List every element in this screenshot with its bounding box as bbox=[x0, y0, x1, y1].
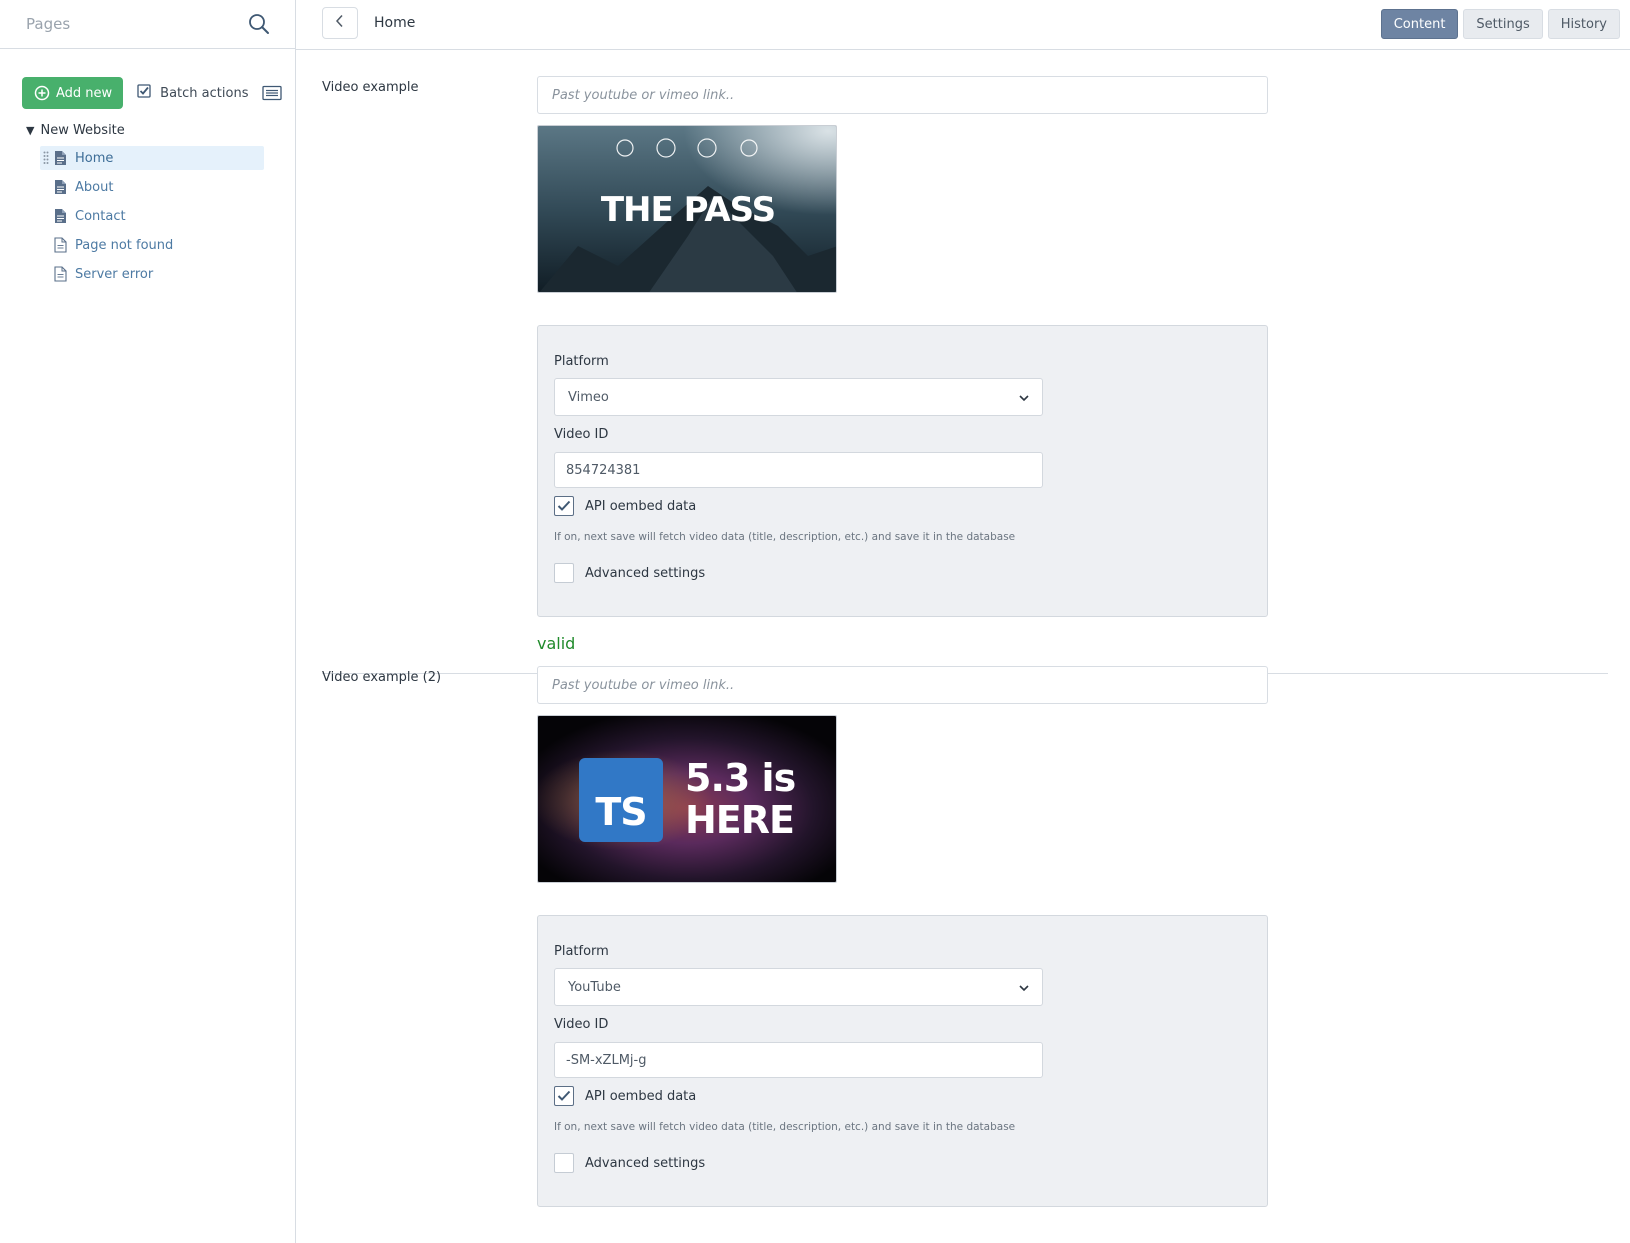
oembed-toggle[interactable]: API oembed data bbox=[554, 496, 696, 516]
top-bar: Home Content Settings History bbox=[296, 0, 1630, 50]
tab-history[interactable]: History bbox=[1547, 9, 1620, 39]
checkbox-unchecked[interactable] bbox=[554, 563, 574, 583]
plus-circle-icon bbox=[34, 85, 50, 101]
platform-select[interactable]: YouTube bbox=[554, 968, 1043, 1006]
video-id-label: Video ID bbox=[554, 1017, 609, 1032]
checkbox-unchecked[interactable] bbox=[554, 1153, 574, 1173]
thumbnail-line-2: HERE bbox=[685, 798, 795, 842]
tree-root-label: New Website bbox=[40, 123, 125, 138]
page-icon bbox=[54, 179, 67, 195]
tree-item-about[interactable]: About bbox=[40, 175, 264, 199]
thumbnail-title: THE PASS bbox=[600, 190, 776, 230]
tree-item-contact[interactable]: Contact bbox=[40, 204, 264, 228]
main-content: Video example Past youtube or vimeo link… bbox=[296, 50, 1630, 1243]
advanced-settings-label: Advanced settings bbox=[585, 1155, 706, 1171]
checkbox-checked-icon bbox=[137, 84, 151, 102]
checkbox-checked[interactable] bbox=[554, 496, 574, 516]
video-field-1: Video example Past youtube or vimeo link… bbox=[322, 50, 1608, 680]
batch-actions-label: Batch actions bbox=[160, 85, 249, 101]
back-button[interactable] bbox=[322, 7, 358, 39]
tree-item-label: Home bbox=[75, 150, 114, 166]
advanced-settings-toggle[interactable]: Advanced settings bbox=[554, 563, 705, 583]
tree-item-label: Server error bbox=[75, 266, 154, 282]
tab-content[interactable]: Content bbox=[1380, 9, 1459, 39]
oembed-label: API oembed data bbox=[585, 498, 697, 514]
sidebar-title: Pages bbox=[26, 15, 71, 33]
platform-select[interactable]: Vimeo bbox=[554, 378, 1043, 416]
oembed-toggle[interactable]: API oembed data bbox=[554, 1086, 696, 1106]
video-thumbnail[interactable]: THE PASS bbox=[537, 125, 837, 293]
tree-item-label: Contact bbox=[75, 208, 126, 224]
page-tree: Home About Contact Page not found Server… bbox=[0, 138, 295, 286]
tab-settings[interactable]: Settings bbox=[1463, 9, 1543, 39]
sidebar-actions: Add new Batch actions bbox=[0, 49, 295, 109]
tree-root-new-website[interactable]: ▼ New Website bbox=[0, 109, 295, 138]
batch-actions-button[interactable]: Batch actions bbox=[137, 84, 248, 102]
sidebar: Pages Add new Batch actions ▼ New Websit… bbox=[0, 0, 296, 1243]
field-label: Video example (2) bbox=[322, 670, 442, 685]
oembed-help-text: If on, next save will fetch video data (… bbox=[554, 531, 1016, 543]
drag-handle-icon[interactable] bbox=[43, 151, 49, 165]
platform-value: YouTube bbox=[568, 979, 621, 995]
chevron-left-icon bbox=[335, 14, 345, 32]
chevron-down-icon bbox=[1018, 392, 1030, 404]
page-outline-icon bbox=[54, 266, 67, 282]
video-url-input[interactable] bbox=[537, 76, 1268, 114]
list-view-icon[interactable] bbox=[262, 85, 283, 101]
tree-item-home[interactable]: Home bbox=[40, 146, 264, 170]
tree-item-label: Page not found bbox=[75, 237, 174, 253]
page-icon bbox=[54, 208, 67, 224]
video-thumbnail[interactable]: TS 5.3 is HERE bbox=[537, 715, 837, 883]
video-id-input[interactable] bbox=[554, 452, 1043, 488]
add-new-label: Add new bbox=[56, 85, 113, 101]
triangle-down-icon[interactable]: ▼ bbox=[26, 124, 34, 137]
advanced-settings-label: Advanced settings bbox=[585, 565, 706, 581]
typescript-logo-text: TS bbox=[595, 790, 647, 834]
checkbox-checked[interactable] bbox=[554, 1086, 574, 1106]
platform-label: Platform bbox=[554, 944, 609, 959]
search-icon[interactable] bbox=[247, 12, 271, 36]
video-url-input[interactable] bbox=[537, 666, 1268, 704]
tree-item-page-not-found[interactable]: Page not found bbox=[40, 233, 264, 257]
oembed-label: API oembed data bbox=[585, 1088, 697, 1104]
platform-value: Vimeo bbox=[568, 389, 609, 405]
video-settings-panel: Platform Vimeo Video ID API oembed data … bbox=[537, 325, 1268, 617]
page-outline-icon bbox=[54, 237, 67, 253]
field-label: Video example bbox=[322, 80, 419, 95]
video-field-2: Video example (2) Past youtube or vimeo … bbox=[322, 640, 1608, 1243]
video-id-input[interactable] bbox=[554, 1042, 1043, 1078]
advanced-settings-toggle[interactable]: Advanced settings bbox=[554, 1153, 705, 1173]
page-title: Home bbox=[374, 15, 416, 31]
platform-label: Platform bbox=[554, 354, 609, 369]
tree-item-label: About bbox=[75, 179, 114, 195]
video-settings-panel: Platform YouTube Video ID API oembed dat… bbox=[537, 915, 1268, 1207]
sidebar-header: Pages bbox=[0, 0, 295, 49]
thumbnail-line-1: 5.3 is bbox=[685, 756, 796, 800]
oembed-help-text: If on, next save will fetch video data (… bbox=[554, 1121, 1016, 1133]
page-icon bbox=[54, 150, 67, 166]
add-new-button[interactable]: Add new bbox=[22, 77, 124, 109]
video-id-label: Video ID bbox=[554, 427, 609, 442]
chevron-down-icon bbox=[1018, 982, 1030, 994]
tree-item-server-error[interactable]: Server error bbox=[40, 262, 264, 286]
view-tabs: Content Settings History bbox=[1380, 9, 1620, 39]
